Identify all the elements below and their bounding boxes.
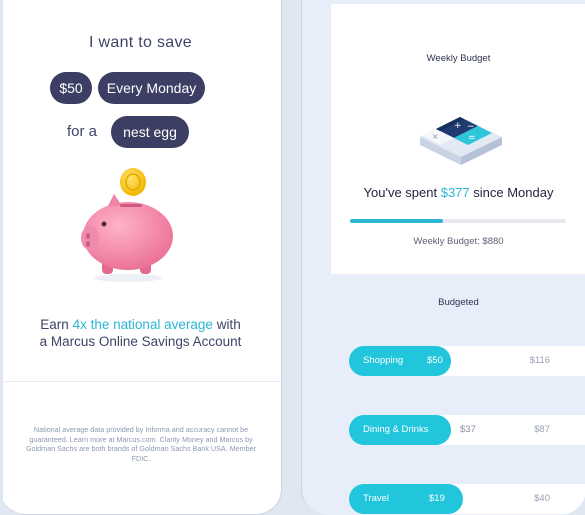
divider: [0, 381, 281, 382]
category-spent: $37: [460, 424, 476, 435]
weekly-progress-bar: [350, 219, 566, 223]
disclaimer-text: National average data provided by Inform…: [25, 425, 257, 463]
category-spent: $50: [427, 355, 443, 366]
weekly-budget-total: Weekly Budget: $880: [413, 236, 504, 247]
savings-screen: I want to save $50 Every Monday for a ne…: [0, 0, 282, 515]
svg-text:−: −: [467, 122, 475, 132]
piggy-bank-icon: [81, 168, 173, 282]
svg-text:×: ×: [432, 132, 439, 141]
for-a-label: for a: [67, 123, 98, 140]
save-heading: I want to save: [89, 34, 192, 51]
category-name: Travel: [363, 493, 390, 504]
calculator-icon: + − × =: [420, 117, 502, 165]
svg-text:+: +: [454, 121, 462, 131]
earn-highlight: 4x the national average: [72, 317, 213, 332]
budget-row-shopping[interactable]: Shopping $50 $116: [349, 346, 585, 376]
budgeted-title: Budgeted: [438, 297, 479, 308]
svg-text:=: =: [468, 133, 476, 143]
weekly-progress-fill: [350, 219, 443, 223]
spent-summary: You've spent $377 since Monday: [331, 185, 585, 200]
category-name: Shopping: [363, 355, 404, 366]
earn-suffix: with: [212, 317, 241, 332]
spent-amount: $377: [440, 185, 470, 200]
category-budget: $40: [534, 493, 550, 504]
spent-suffix: since Monday: [469, 185, 554, 200]
amount-selector[interactable]: $50: [50, 72, 92, 104]
earn-prefix: Earn: [40, 317, 73, 332]
budget-screen: Weekly Budget + − × = You've spent $377 …: [301, 0, 585, 515]
earn-promo-text: Earn 4x the national average with a Marc…: [0, 316, 281, 350]
spent-prefix: You've spent: [363, 185, 441, 200]
earn-line2: a Marcus Online Savings Account: [39, 334, 242, 349]
weekly-budget-title: Weekly Budget: [426, 53, 491, 64]
goal-selector[interactable]: nest egg: [111, 116, 189, 148]
category-budget: $116: [529, 355, 550, 366]
category-budget: $87: [534, 424, 550, 435]
weekly-budget-card: Weekly Budget + − × = You've spent $377 …: [331, 4, 585, 274]
category-name: Dining & Drinks: [363, 424, 429, 435]
budget-row-dining-drinks[interactable]: Dining & Drinks $37 $87: [349, 415, 585, 445]
category-spent: $19: [429, 493, 445, 504]
budget-row-travel[interactable]: Travel $19 $40: [349, 484, 585, 514]
frequency-selector[interactable]: Every Monday: [98, 72, 205, 104]
